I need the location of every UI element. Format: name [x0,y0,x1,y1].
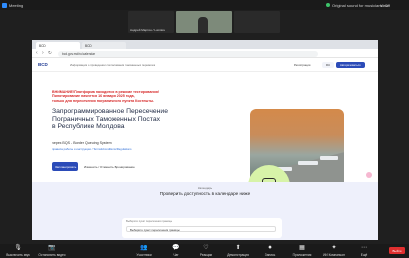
reload-icon[interactable]: ↻ [48,50,52,56]
share-button[interactable]: ⬆ Демонстрация [220,245,256,257]
record-icon: ⏺ [268,245,272,251]
language-select[interactable]: RU [322,62,335,68]
control-label: Реакции [199,253,213,257]
participants-button[interactable]: 👥 Участники [126,245,162,257]
back-icon[interactable]: ‹ [36,50,38,56]
more-button[interactable]: ⋯ Ещё [346,245,382,257]
apps-button[interactable]: ▦ Приложения [284,245,320,257]
url-input[interactable]: bcd.gov.md/ru/calendar [58,50,318,57]
mute-button[interactable]: 🎙 Выключить звук [0,245,36,257]
browser-tab-strip: BCD BCD [32,40,378,49]
zoom-top-bar: Meeting Original sound for musicians: Of… [0,0,409,10]
checkpoint-select[interactable]: Выберите пункт пересечения границы [126,226,276,232]
edit-cancel-booking-link[interactable]: Изменить / Отменить Бронирование [84,165,135,169]
heart-icon: ♡ [203,245,209,251]
forward-icon[interactable]: › [42,50,44,56]
status-dot-icon [326,3,330,7]
microphone-icon: 🎙 [14,245,22,251]
participant-thumbnail[interactable] [234,11,280,33]
more-icon: ⋯ [361,245,367,251]
view-button[interactable]: View [380,3,389,8]
camera-icon: 📷 [48,245,56,251]
participant-thumbnail-video[interactable] [176,11,232,33]
page-subtitle: через BQS - Border Queuing System [52,141,112,145]
section-label: Календарь [197,186,213,190]
apps-icon: ▦ [299,245,305,251]
site-header: BCD Информация о проведении согласования… [32,58,378,72]
control-label: Ещё [360,253,368,257]
control-label: Чат [173,253,179,257]
register-link[interactable]: Регистрация [290,62,314,68]
control-label: Остановить видео [38,253,66,257]
truck-shape [298,161,318,165]
meeting-title: Meeting [9,3,24,8]
warning-line: только для пересечения пограничного пунк… [52,98,155,103]
reactions-button[interactable]: ♡ Реакции [188,245,224,257]
zoom-logo-icon [2,2,7,8]
share-icon: ⬆ [235,245,241,251]
zoom-controls-bar: 🎙 Выключить звук 📷 Остановить видео 👥 Участ… [0,244,409,258]
browser-tab[interactable]: BCD [82,42,126,49]
section-title: Проверить доступность в календаре ниже [159,191,251,196]
site-tagline: Информация о проведении согласования там… [70,63,156,67]
participant-silhouette [198,17,208,33]
participant-thumbnail[interactable]: Андрей Мартин / Lumière [128,11,174,33]
address-bar: ‹ › ↻ bcd.gov.md/ru/calendar [32,49,378,58]
schedule-button[interactable]: Запланировать [52,162,78,171]
terms-link[interactable]: правила работы и инструкции / Terms&Cond… [52,147,132,151]
test-mode-warning: ВНИМАНИЕ!Платформа находится в режиме те… [52,90,232,103]
browser-tab[interactable]: BCD [36,42,80,49]
login-button[interactable]: Авторизоваться [336,62,365,68]
form-label: Выберите пункт пересечения границы [126,220,173,223]
record-button[interactable]: ⏺ Запись [252,245,288,257]
control-label: Выключить звук [6,253,30,257]
people-icon: 👥 [140,245,148,251]
decor-dot [366,172,372,178]
site-logo[interactable]: BCD [38,62,48,67]
truck-shape [320,156,338,160]
control-label: ИИ Компаньон [323,253,345,257]
control-label: Приложения [292,253,312,257]
control-label: Демонстрация [227,253,249,257]
end-meeting-button[interactable]: Выйти [389,247,405,254]
control-label: Запись [264,253,276,257]
calendar-section: Календарь Проверить доступность в календ… [32,182,378,240]
shared-browser-window: BCD BCD ‹ › ↻ bcd.gov.md/ru/calendar BCD… [32,40,378,240]
title-line: в Республике Молдова [52,123,125,131]
control-label: Участники [136,253,152,257]
participant-name: Андрей Мартин / Lumière [130,28,166,32]
title-line: Запрограммированное Пересечение [52,108,168,115]
page-title: Запрограммированное Пересечение Погранич… [52,108,212,131]
stop-video-button[interactable]: 📷 Остановить видео [34,245,70,257]
checkpoint-form: Выберите пункт пересечения границы Выбер… [122,218,282,238]
